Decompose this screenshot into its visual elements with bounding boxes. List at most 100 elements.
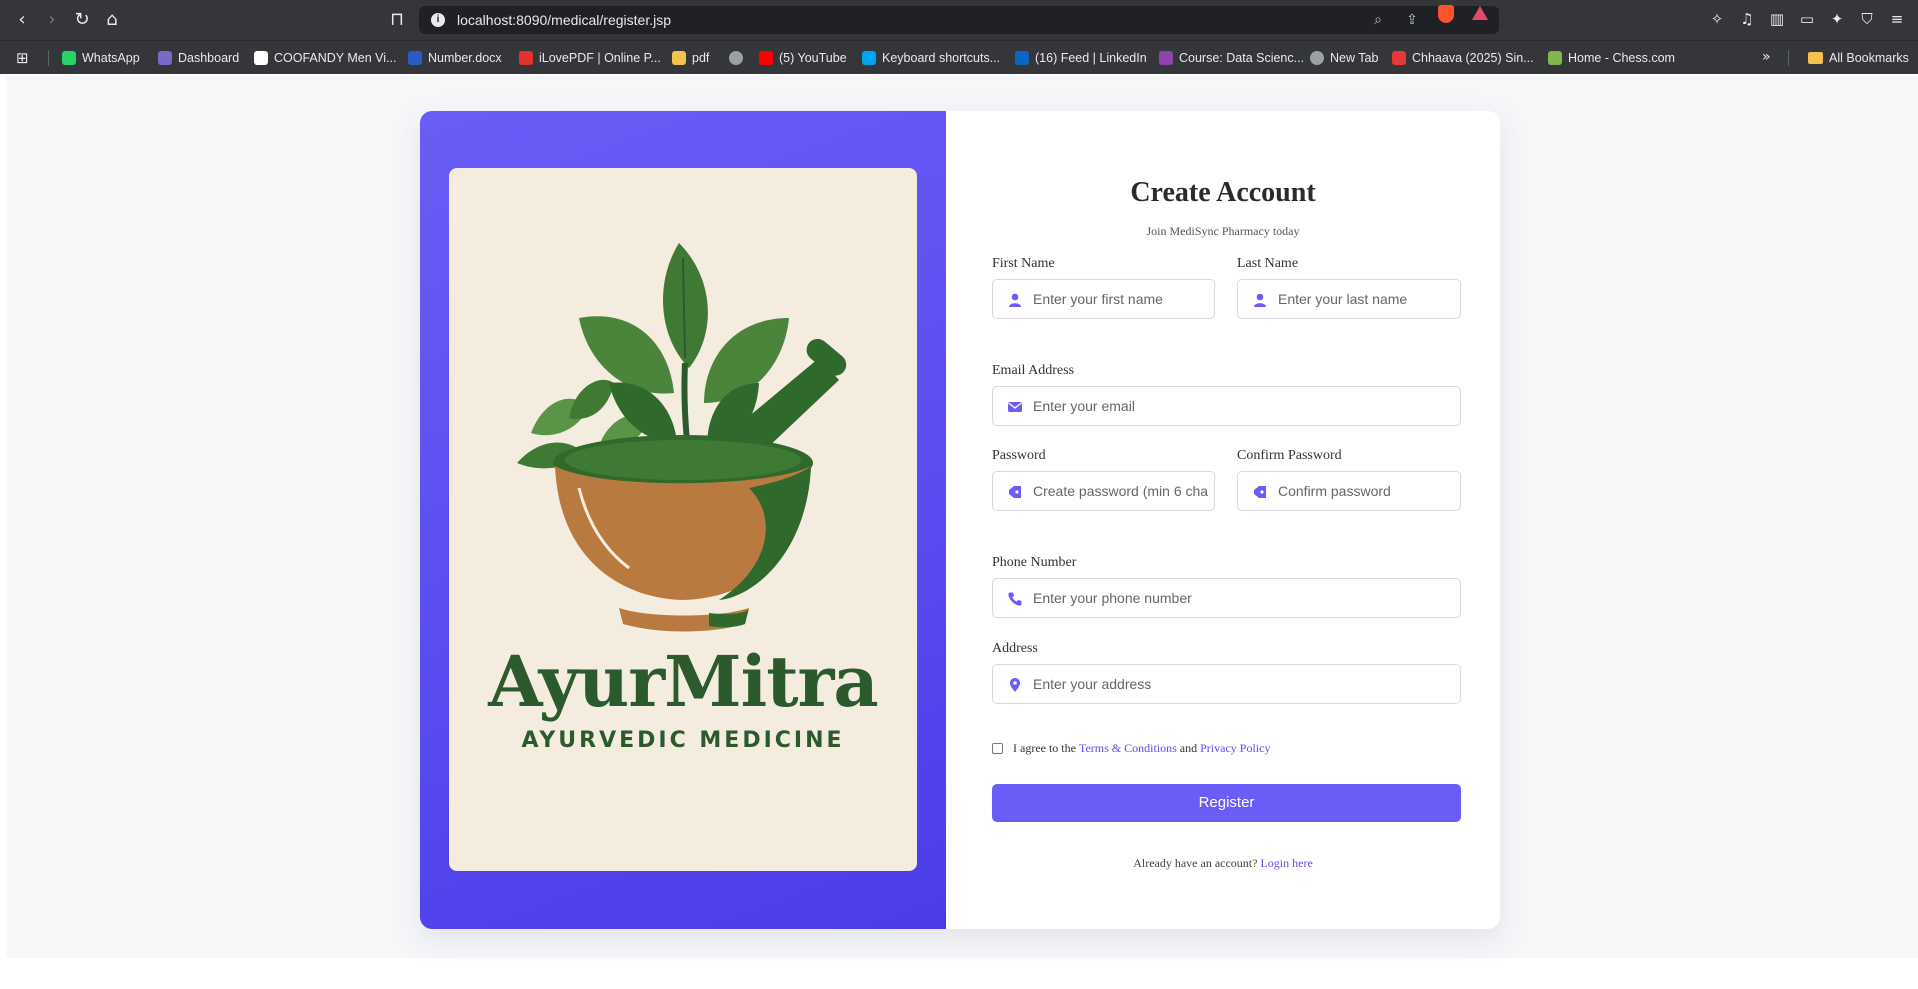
- phone-input[interactable]: [1033, 579, 1453, 617]
- bookmark-label: New Tab: [1330, 51, 1379, 65]
- apps-grid-icon[interactable]: ⊞: [16, 49, 34, 67]
- brave-rewards-icon[interactable]: [1472, 6, 1488, 20]
- bookmark-item[interactable]: Keyboard shortcuts...: [862, 49, 1000, 67]
- leo-ai-icon[interactable]: ✦: [1826, 8, 1848, 30]
- bookmark-favicon-icon: [158, 51, 172, 65]
- bookmarks-bar: ⊞ WhatsApp Dashboard COOFANDY Men Vi... Num…: [0, 40, 1918, 74]
- first-name-label: First Name: [992, 256, 1055, 271]
- password-label: Password: [992, 448, 1046, 463]
- menu-icon[interactable]: ≡: [1886, 8, 1908, 30]
- bookmark-item[interactable]: (16) Feed | LinkedIn: [1015, 49, 1147, 67]
- address-field[interactable]: [992, 664, 1461, 704]
- form-title: Create Account: [1130, 177, 1316, 208]
- phone-field[interactable]: [992, 578, 1461, 618]
- logo-card: AyurMitra AYURVEDIC MEDICINE: [449, 168, 917, 871]
- browser-toolbar: ‹ › ↻ ⌂ ⊓ i localhost:8090/medical/regis…: [0, 0, 1918, 40]
- address-input[interactable]: [1033, 665, 1453, 703]
- last-name-field[interactable]: [1237, 279, 1461, 319]
- share-icon[interactable]: ⇪: [1403, 11, 1421, 29]
- bookmark-favicon-icon: [672, 51, 686, 65]
- sidebar-icon[interactable]: ▥: [1766, 8, 1788, 30]
- bookmark-item[interactable]: Home - Chess.com: [1548, 49, 1675, 67]
- login-prefix-text: Already have an account?: [1133, 856, 1261, 870]
- bookmark-item[interactable]: Number.docx: [408, 49, 502, 67]
- confirm-password-input[interactable]: [1278, 472, 1454, 510]
- bookmarks-divider: [48, 50, 49, 66]
- back-icon[interactable]: ‹: [10, 8, 34, 32]
- address-label: Address: [992, 641, 1038, 656]
- bookmark-page-icon[interactable]: ⊓: [385, 8, 409, 32]
- bookmark-label: WhatsApp: [82, 51, 140, 65]
- login-prompt: Already have an account? Login here: [946, 856, 1500, 871]
- last-name-input[interactable]: [1278, 280, 1454, 318]
- first-name-input[interactable]: [1033, 280, 1208, 318]
- terms-agreement: I agree to the Terms & Conditions and Pr…: [992, 741, 1270, 756]
- address-bar[interactable]: i localhost:8090/medical/register.jsp ⌕ …: [419, 6, 1499, 34]
- terms-checkbox[interactable]: [992, 743, 1003, 754]
- vpn-icon[interactable]: ⛉: [1856, 8, 1878, 30]
- bookmark-favicon-icon: [62, 51, 76, 65]
- register-card: AyurMitra AYURVEDIC MEDICINE Create Acco…: [420, 111, 1500, 929]
- bookmark-item[interactable]: iLovePDF | Online P...: [519, 49, 661, 67]
- registration-form: Create Account Join MediSync Pharmacy to…: [946, 111, 1500, 929]
- map-pin-icon: [1010, 678, 1020, 692]
- bookmark-label: (5) YouTube: [779, 51, 847, 65]
- zoom-icon[interactable]: ⌕: [1369, 11, 1387, 29]
- last-name-label: Last Name: [1237, 256, 1299, 271]
- bookmark-favicon-icon: [408, 51, 422, 65]
- bookmark-label: Chhaava (2025) Sin...: [1412, 51, 1534, 65]
- privacy-link[interactable]: Privacy Policy: [1200, 741, 1270, 756]
- first-name-field[interactable]: [992, 279, 1215, 319]
- page-background: AyurMitra AYURVEDIC MEDICINE Create Acco…: [6, 76, 1918, 958]
- bookmark-favicon-icon: [759, 51, 773, 65]
- brand-name: AyurMitra: [488, 640, 879, 723]
- bookmark-item[interactable]: Course: Data Scienc...: [1159, 49, 1304, 67]
- bookmark-item[interactable]: COOFANDY Men Vi...: [254, 49, 397, 67]
- bookmark-item[interactable]: New Tab: [1310, 49, 1378, 67]
- bookmark-label: Keyboard shortcuts...: [882, 51, 1001, 65]
- bookmark-item[interactable]: Dashboard: [158, 49, 239, 67]
- email-input[interactable]: [1033, 387, 1453, 425]
- bookmark-favicon-icon: [254, 51, 268, 65]
- more-bookmarks-icon[interactable]: »: [1762, 49, 1771, 65]
- confirm-password-field[interactable]: [1237, 471, 1461, 511]
- bookmark-item[interactable]: pdf: [672, 49, 709, 67]
- bookmark-favicon-icon: [862, 51, 876, 65]
- bookmark-item[interactable]: Chhaava (2025) Sin...: [1392, 49, 1534, 67]
- brand-tagline: AYURVEDIC MEDICINE: [521, 728, 845, 753]
- forward-icon[interactable]: ›: [40, 8, 64, 32]
- phone-label: Phone Number: [992, 555, 1077, 570]
- password-input[interactable]: [1033, 472, 1208, 510]
- home-icon[interactable]: ⌂: [100, 8, 124, 32]
- login-link[interactable]: Login here: [1260, 856, 1312, 870]
- bookmark-favicon-icon: [1159, 51, 1173, 65]
- bookmark-item[interactable]: WhatsApp: [62, 49, 140, 67]
- bookmark-favicon-icon: [1548, 51, 1562, 65]
- bookmark-label: Home - Chess.com: [1568, 51, 1675, 65]
- media-icon[interactable]: ♫: [1736, 8, 1758, 30]
- reload-icon[interactable]: ↻: [70, 8, 94, 32]
- bookmark-item[interactable]: [729, 49, 749, 67]
- bookmark-item[interactable]: (5) YouTube: [759, 49, 847, 67]
- email-field[interactable]: [992, 386, 1461, 426]
- email-label: Email Address: [992, 363, 1075, 378]
- terms-link[interactable]: Terms & Conditions: [1079, 741, 1177, 756]
- lock-tag-icon: [1009, 486, 1021, 498]
- bookmark-favicon-icon: [519, 51, 533, 65]
- password-field[interactable]: [992, 471, 1215, 511]
- extensions-icon[interactable]: ✧: [1706, 8, 1728, 30]
- brave-shields-icon[interactable]: [1438, 5, 1454, 23]
- site-info-icon[interactable]: i: [431, 13, 445, 27]
- bookmark-label: COOFANDY Men Vi...: [274, 51, 397, 65]
- bookmark-favicon-icon: [1310, 51, 1324, 65]
- user-icon: [1254, 293, 1266, 307]
- wallet-icon[interactable]: ▭: [1796, 8, 1818, 30]
- register-button[interactable]: Register: [992, 784, 1461, 822]
- envelope-icon: [1008, 402, 1022, 412]
- folder-icon: [1808, 52, 1823, 64]
- bookmark-label: pdf: [692, 51, 710, 65]
- all-bookmarks-button[interactable]: All Bookmarks: [1808, 49, 1909, 67]
- phone-icon: [1008, 592, 1022, 606]
- user-icon: [1009, 293, 1021, 307]
- bookmark-label: Course: Data Scienc...: [1179, 51, 1305, 65]
